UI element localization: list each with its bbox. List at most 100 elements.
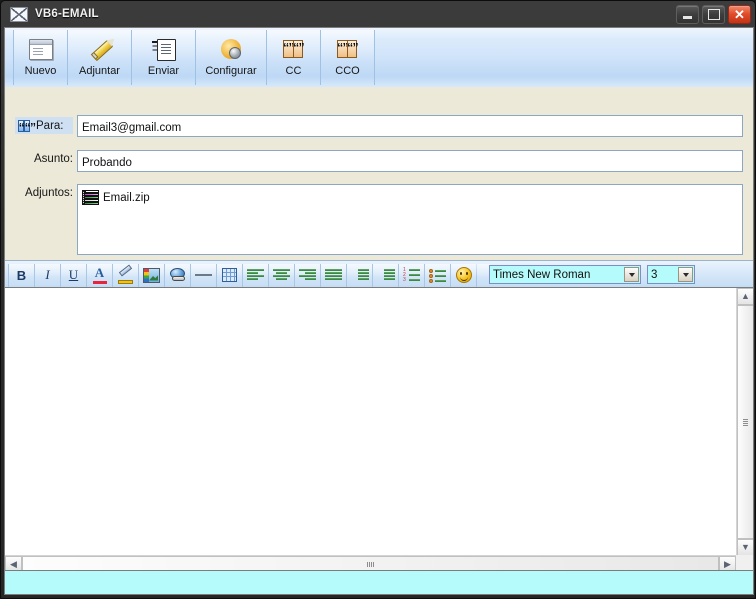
emoticon-icon [455, 267, 472, 283]
horizontal-rule-icon [195, 274, 212, 276]
indent-increase-button[interactable] [346, 263, 373, 296]
indent-decrease-icon [376, 268, 395, 296]
list-bullet-button[interactable] [424, 263, 451, 287]
align-justify-icon [325, 268, 342, 282]
toolbar-button-cc[interactable]: CC [266, 30, 321, 85]
italic-button[interactable]: I [34, 263, 61, 287]
italic-icon: I [45, 267, 50, 282]
link-globe-icon [169, 267, 187, 283]
insert-emoticon-button[interactable] [450, 263, 477, 287]
scroll-down-button[interactable]: ▼ [737, 539, 753, 556]
insert-link-button[interactable] [164, 263, 191, 287]
message-editor[interactable]: Imagen insertada Enlace a la Web del Pro… [5, 287, 753, 570]
horizontal-scroll-thumb[interactable] [22, 556, 719, 570]
window-title: VB6-EMAIL [35, 8, 99, 20]
address-book-icon [336, 34, 359, 64]
insert-table-button[interactable] [216, 263, 243, 287]
ordered-list-icon: 123 [403, 267, 420, 282]
window-controls: ✕ [676, 5, 751, 24]
address-book-small-icon [18, 119, 32, 132]
scroll-left-button[interactable]: ◀ [5, 556, 22, 570]
chevron-down-icon[interactable] [624, 267, 639, 282]
new-document-icon [28, 34, 53, 64]
toolbar-label-cc: CC [285, 65, 302, 77]
attachments-list[interactable]: Email.zip [77, 184, 743, 255]
align-left-icon [247, 268, 264, 282]
toolbar-button-enviar[interactable]: Enviar [131, 30, 196, 85]
vertical-scroll-thumb[interactable] [737, 305, 753, 539]
font-size-value: 3 [651, 268, 658, 281]
toolbar-separator [476, 263, 490, 287]
table-icon [222, 268, 237, 282]
align-justify-button[interactable] [320, 263, 347, 287]
zip-archive-icon [82, 190, 99, 205]
gear-icon [218, 34, 244, 64]
toolbar-label-nuevo: Nuevo [24, 65, 57, 77]
subject-field-label: Asunto: [34, 153, 73, 165]
status-bar [4, 570, 754, 595]
horizontal-scrollbar[interactable]: ◀ ▶ [5, 555, 736, 570]
minimize-button[interactable] [676, 5, 699, 24]
align-right-icon [299, 268, 316, 282]
bold-button[interactable]: B [8, 263, 35, 287]
font-size-select[interactable]: 3 [647, 265, 695, 284]
chevron-down-icon[interactable] [678, 267, 693, 282]
attachments-field-label: Adjuntos: [25, 187, 73, 199]
align-center-icon [273, 268, 290, 282]
to-field-label: Para: [15, 117, 73, 134]
paperclip-pencil-icon [88, 34, 113, 64]
vertical-scrollbar[interactable]: ▲ ▼ [736, 288, 753, 570]
horizontal-rule-button[interactable] [190, 263, 217, 287]
bold-icon: B [16, 267, 27, 283]
highlight-button[interactable] [112, 263, 139, 287]
scroll-right-button[interactable]: ▶ [719, 556, 736, 570]
close-icon: ✕ [734, 6, 745, 22]
address-book-icon [282, 34, 305, 64]
font-color-button[interactable]: A [86, 263, 113, 287]
underline-icon: U [68, 267, 79, 282]
chevron-up-icon: ▲ [741, 291, 750, 301]
maximize-button[interactable] [702, 5, 725, 24]
subject-input[interactable] [77, 150, 743, 172]
font-family-value: Times New Roman [493, 268, 591, 281]
toolbar-label-adjuntar: Adjuntar [79, 65, 120, 77]
title-bar[interactable]: VB6-EMAIL ✕ [1, 1, 756, 27]
scroll-grip [367, 561, 374, 567]
toolbar-button-adjuntar[interactable]: Adjuntar [67, 30, 132, 85]
scroll-grip [743, 418, 748, 426]
chevron-right-icon: ▶ [724, 558, 731, 569]
align-center-button[interactable] [268, 263, 295, 287]
attachment-item[interactable]: Email.zip [82, 190, 738, 205]
toolbar-label-enviar: Enviar [147, 65, 180, 77]
underline-button[interactable]: U [60, 263, 87, 287]
editor-content[interactable]: Imagen insertada Enlace a la Web del Pro… [5, 288, 736, 556]
header-fields: Para: Asunto: Adjuntos: Email.zip [5, 87, 753, 260]
chevron-down-icon: ▼ [741, 542, 750, 552]
toolbar-button-nuevo[interactable]: Nuevo [13, 30, 68, 85]
align-right-button[interactable] [294, 263, 321, 287]
indent-increase-icon [350, 268, 369, 296]
toolbar-label-configurar: Configurar [205, 65, 257, 77]
toolbar-button-configurar[interactable]: Configurar [195, 30, 267, 85]
format-toolbar: B I U A 1 2 3 Times New Roman 3 [5, 260, 753, 296]
scroll-up-button[interactable]: ▲ [737, 288, 753, 305]
main-toolbar: Nuevo Adjuntar Enviar Configurar CC CCO [5, 28, 753, 88]
application-window: VB6-EMAIL ✕ Nuevo Adjuntar Enviar Config… [0, 0, 756, 599]
client-area: Nuevo Adjuntar Enviar Configurar CC CCO … [4, 27, 754, 571]
insert-image-button[interactable] [138, 263, 165, 287]
minimize-icon [683, 16, 692, 19]
to-input[interactable] [77, 115, 743, 137]
list-ordered-button[interactable]: 123 [398, 263, 425, 287]
toolbar-button-cco[interactable]: CCO [320, 30, 375, 85]
send-document-icon [151, 34, 176, 64]
attachment-name: Email.zip [103, 191, 150, 204]
envelope-icon [10, 6, 28, 22]
highlighter-icon [117, 264, 134, 284]
align-left-button[interactable] [242, 263, 269, 287]
toolbar-label-cco: CCO [335, 65, 360, 77]
font-color-icon: A [92, 266, 108, 284]
indent-decrease-button[interactable] [372, 263, 399, 296]
image-icon [143, 267, 160, 283]
font-family-select[interactable]: Times New Roman [489, 265, 641, 284]
close-button[interactable]: ✕ [728, 5, 751, 24]
